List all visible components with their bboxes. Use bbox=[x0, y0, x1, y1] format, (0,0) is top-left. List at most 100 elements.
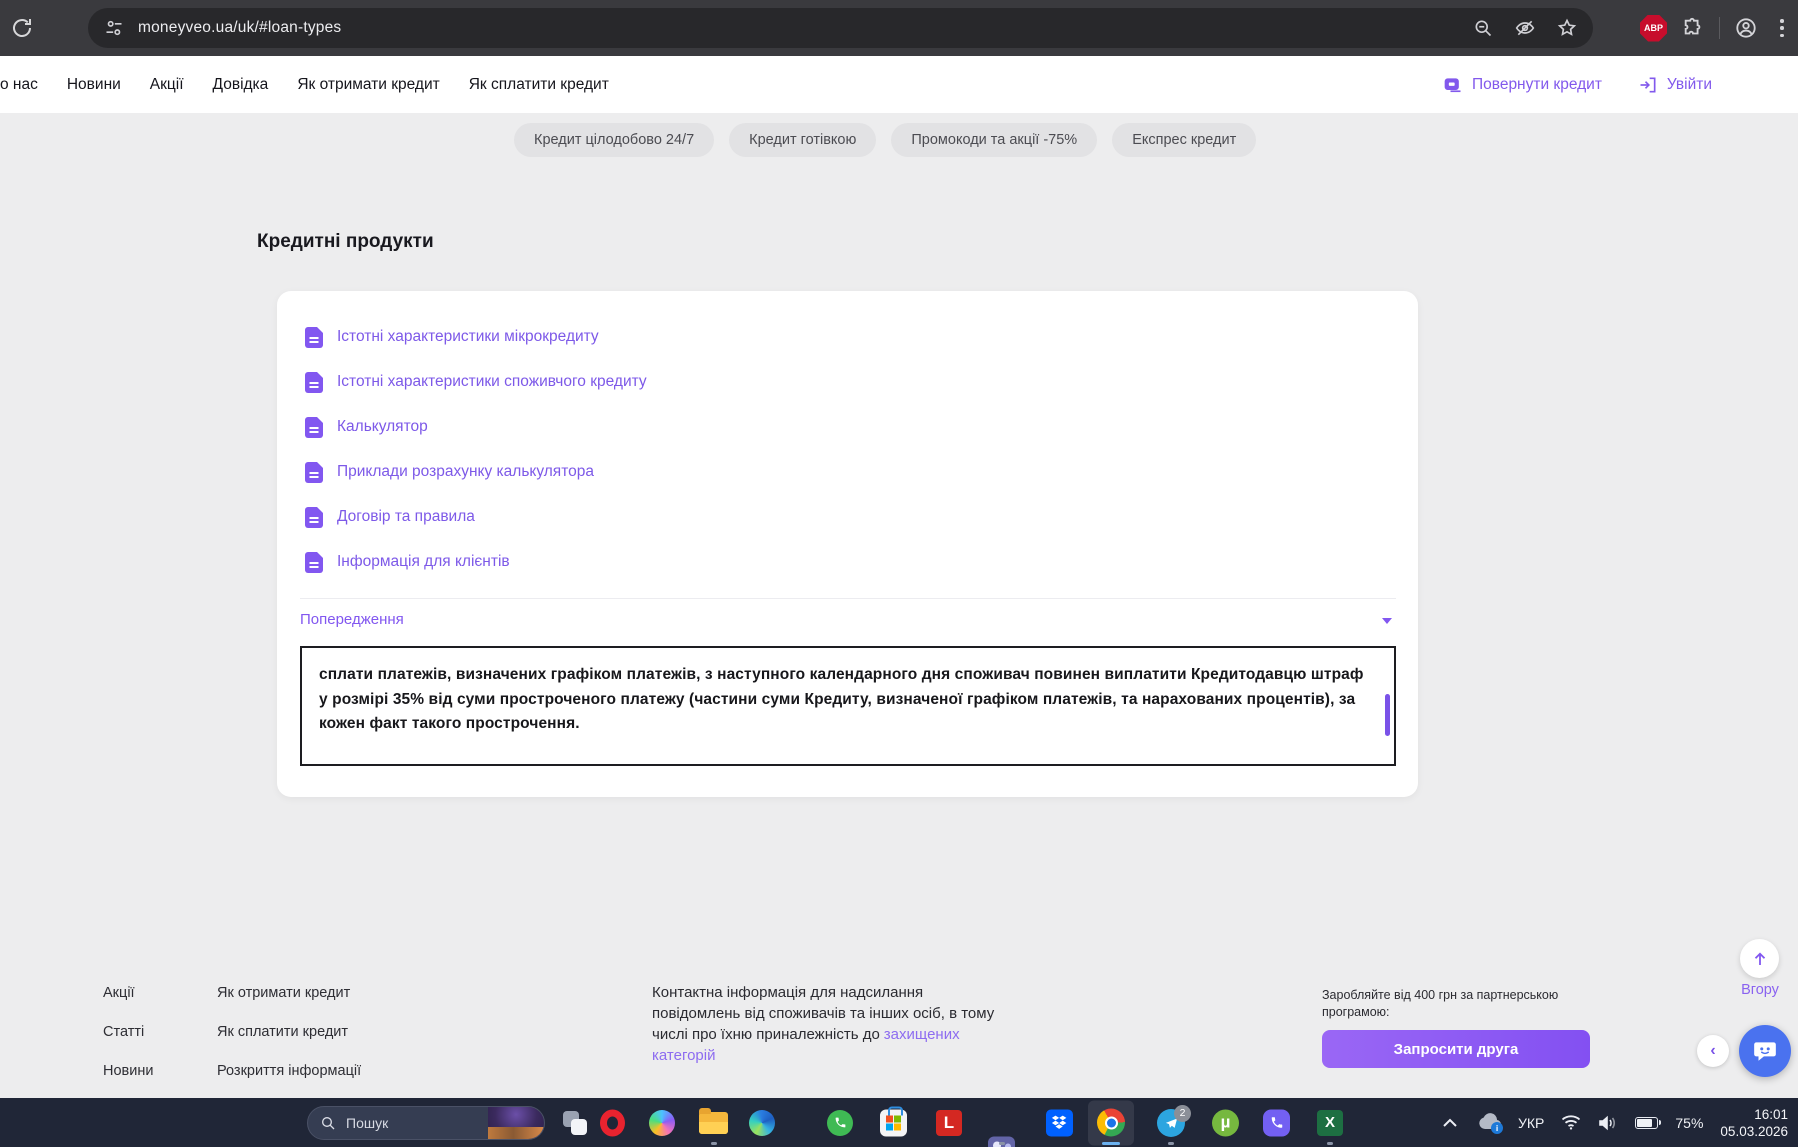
language-indicator[interactable]: УКР bbox=[1518, 1115, 1544, 1131]
chip-express-credit[interactable]: Експрес кредит bbox=[1112, 123, 1257, 157]
footer-column-2: Як отримати кредит Як сплатити кредит Ро… bbox=[217, 985, 361, 1079]
wifi-icon[interactable] bbox=[1561, 1115, 1581, 1130]
warning-textbox[interactable]: сплати платежів, визначених графіком пла… bbox=[300, 646, 1396, 766]
l-app-icon[interactable]: L bbox=[936, 1109, 962, 1136]
reload-icon[interactable] bbox=[10, 16, 34, 40]
footer-link-articles[interactable]: Статті bbox=[103, 1024, 153, 1040]
running-indicator bbox=[999, 1142, 1005, 1145]
telegram-icon[interactable]: 2 bbox=[1157, 1104, 1191, 1137]
page-body: Кредит цілодобово 24/7 Кредит готівкою П… bbox=[0, 113, 1798, 1098]
document-icon bbox=[305, 371, 323, 393]
chrome-active-indicator bbox=[1102, 1142, 1120, 1145]
copilot-icon[interactable] bbox=[649, 1109, 675, 1136]
whatsapp-icon[interactable] bbox=[827, 1109, 853, 1136]
microsoft-store-icon[interactable] bbox=[880, 1106, 907, 1136]
task-view-icon[interactable] bbox=[562, 1110, 588, 1136]
login-arrow-icon bbox=[1640, 77, 1656, 92]
volume-icon[interactable] bbox=[1598, 1115, 1618, 1131]
battery-icon[interactable] bbox=[1635, 1116, 1662, 1129]
file-explorer-icon[interactable] bbox=[699, 1107, 728, 1134]
nav-item-help[interactable]: Довідка bbox=[213, 76, 269, 94]
time: 16:01 bbox=[1754, 1106, 1788, 1122]
search-highlight-image[interactable] bbox=[488, 1106, 544, 1139]
chat-collapse-button[interactable]: ‹ bbox=[1697, 1035, 1729, 1067]
browser-profile-icon[interactable] bbox=[1735, 17, 1757, 39]
battery-percent: 75% bbox=[1675, 1114, 1704, 1131]
login-button[interactable]: Увійти bbox=[1638, 75, 1712, 95]
footer-link-how-to-pay[interactable]: Як сплатити кредит bbox=[217, 1024, 361, 1040]
running-indicator bbox=[1327, 1142, 1333, 1145]
opera-icon[interactable] bbox=[600, 1109, 625, 1136]
footer-link-disclosure[interactable]: Розкриття інформації bbox=[217, 1063, 361, 1079]
tray-chevron-up-icon[interactable] bbox=[1442, 1118, 1458, 1128]
url-text[interactable]: moneyveo.ua/uk/#loan-types bbox=[138, 19, 341, 37]
document-icon bbox=[305, 416, 323, 438]
date: 05.03.2026 bbox=[1720, 1123, 1788, 1139]
chip-credit-247[interactable]: Кредит цілодобово 24/7 bbox=[514, 123, 715, 157]
adblock-abp-icon[interactable]: ABP bbox=[1640, 14, 1667, 42]
start-button-icon[interactable] bbox=[271, 1109, 299, 1137]
doc-link-micro-credit[interactable]: Істотні характеристики мікрокредиту bbox=[305, 326, 1390, 348]
excel-icon[interactable]: X bbox=[1317, 1109, 1343, 1136]
edge-icon[interactable] bbox=[749, 1109, 775, 1136]
document-icon bbox=[305, 326, 323, 348]
onedrive-icon[interactable]: i bbox=[1475, 1112, 1503, 1134]
chip-credit-cash[interactable]: Кредит готівкою bbox=[729, 123, 877, 157]
page-title: Кредитні продукти bbox=[257, 231, 434, 252]
return-loan-button[interactable]: Повернути кредит bbox=[1443, 75, 1602, 95]
doc-link-consumer-credit[interactable]: Істотні характеристики споживчого кредит… bbox=[305, 371, 1390, 393]
footer-column-1: Акції Статті Новини bbox=[103, 985, 153, 1079]
document-icon bbox=[305, 461, 323, 483]
quick-filter-chips: Кредит цілодобово 24/7 Кредит готівкою П… bbox=[514, 123, 1257, 157]
screen: moneyveo.ua/uk/#loan-types ABP о нас Нов… bbox=[0, 0, 1798, 1147]
footer-link-news[interactable]: Новини bbox=[103, 1063, 153, 1079]
doc-link-calculator[interactable]: Калькулятор bbox=[305, 416, 1390, 438]
footer-link-how-to-get[interactable]: Як отримати кредит bbox=[217, 985, 361, 1001]
windows-taskbar: Пошук L 2 µ X i УКР 75% 16:01 05.03.2026 bbox=[0, 1098, 1798, 1147]
doc-link-client-info[interactable]: Інформація для клієнтів bbox=[305, 551, 1390, 573]
dropbox-icon[interactable] bbox=[1046, 1109, 1073, 1136]
footer-link-promos[interactable]: Акції bbox=[103, 985, 153, 1001]
arrow-up-icon bbox=[1754, 951, 1765, 965]
clock[interactable]: 16:01 05.03.2026 bbox=[1720, 1106, 1788, 1140]
zoom-icon[interactable] bbox=[1473, 18, 1493, 38]
nav-item-promos[interactable]: Акції bbox=[150, 76, 184, 94]
chrome-icon-active[interactable] bbox=[1088, 1100, 1134, 1145]
browser-menu-icon[interactable] bbox=[1780, 19, 1784, 37]
doc-link-calc-examples[interactable]: Приклади розрахунку калькулятора bbox=[305, 461, 1390, 483]
running-indicator bbox=[1168, 1142, 1174, 1145]
taskbar-search-input[interactable]: Пошук bbox=[307, 1105, 545, 1140]
extensions-puzzle-icon[interactable] bbox=[1682, 17, 1704, 39]
wallet-card-icon bbox=[1444, 77, 1461, 92]
utorrent-icon[interactable]: µ bbox=[1212, 1109, 1239, 1136]
nav-item-about[interactable]: о нас bbox=[0, 76, 38, 94]
preview-hidden-eye-icon[interactable] bbox=[1515, 18, 1535, 38]
telegram-badge: 2 bbox=[1174, 1104, 1191, 1122]
running-indicator bbox=[711, 1142, 717, 1145]
chip-promocodes[interactable]: Промокоди та акції -75% bbox=[891, 123, 1098, 157]
doc-link-agreement-rules[interactable]: Договір та правила bbox=[305, 506, 1390, 528]
chat-bubble-icon bbox=[1754, 1042, 1776, 1061]
chat-widget-button[interactable] bbox=[1739, 1025, 1791, 1077]
viber-icon[interactable] bbox=[1263, 1109, 1290, 1136]
warning-section-label[interactable]: Попередження bbox=[300, 611, 404, 628]
nav-item-news[interactable]: Новини bbox=[67, 76, 121, 94]
document-icon bbox=[305, 551, 323, 573]
toolbar-separator bbox=[1719, 17, 1720, 39]
address-bar[interactable]: moneyveo.ua/uk/#loan-types bbox=[88, 8, 1593, 48]
scroll-to-top-button[interactable] bbox=[1740, 939, 1779, 978]
chevron-down-icon[interactable] bbox=[1382, 618, 1392, 624]
scroll-to-top-label[interactable]: Вгору bbox=[1737, 982, 1783, 998]
bookmark-star-icon[interactable] bbox=[1557, 18, 1577, 38]
site-info-icon[interactable] bbox=[104, 18, 124, 38]
search-placeholder: Пошук bbox=[346, 1114, 389, 1131]
card-divider bbox=[300, 598, 1396, 599]
invite-friend-button[interactable]: Запросити друга bbox=[1322, 1030, 1590, 1068]
nav-item-how-to-get[interactable]: Як отримати кредит bbox=[297, 76, 439, 94]
browser-toolbar: moneyveo.ua/uk/#loan-types ABP bbox=[0, 0, 1798, 56]
document-icon bbox=[305, 506, 323, 528]
scrollbar-thumb[interactable] bbox=[1385, 694, 1390, 736]
warning-text: сплати платежів, визначених графіком пла… bbox=[319, 666, 1364, 732]
site-navigation: о нас Новини Акції Довідка Як отримати к… bbox=[0, 56, 1798, 113]
nav-item-how-to-pay[interactable]: Як сплатити кредит bbox=[469, 76, 609, 94]
